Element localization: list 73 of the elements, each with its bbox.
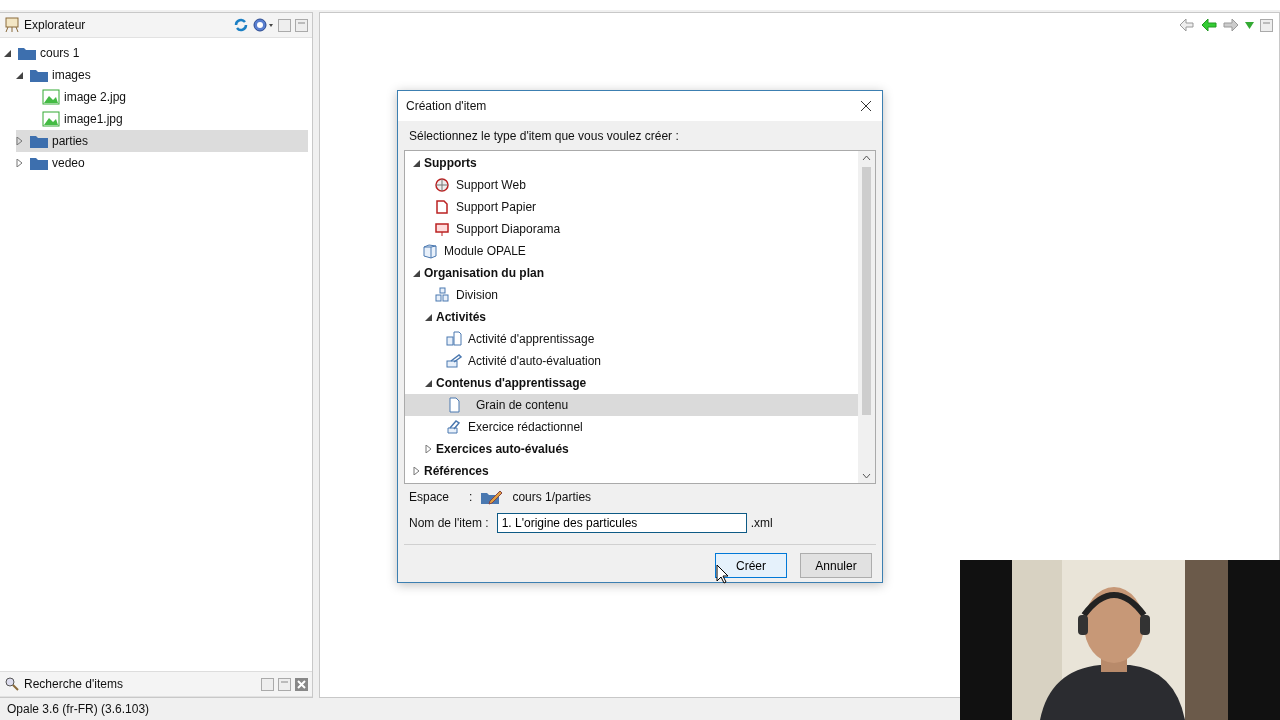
expand-arrow-icon (16, 159, 23, 167)
close-icon[interactable] (295, 677, 308, 691)
prompt-text: Sélectionnez le type d'item que vous voulez créer : (408, 129, 680, 145)
space-path: cours 1/parties (512, 490, 592, 504)
category-label[interactable]: Organisation du plan (424, 266, 544, 280)
dropdown-triangle-icon[interactable] (1245, 21, 1254, 29)
tree-item[interactable]: parties (52, 134, 89, 148)
folder-icon (30, 68, 48, 82)
item-type[interactable]: Activité d'auto-évaluation (468, 354, 602, 368)
blocks-page-icon (446, 331, 464, 347)
field-label: Nom de l'item : (409, 516, 489, 530)
folder-icon (30, 156, 48, 170)
expand-arrow-icon (16, 137, 23, 145)
category-label[interactable]: Supports (424, 156, 477, 170)
image-file-icon (42, 89, 60, 105)
item-type[interactable]: Exercice rédactionnel (468, 420, 583, 434)
folder-pencil-icon (480, 489, 505, 505)
dialog-title: Création d'item (406, 99, 488, 113)
magnifier-icon (4, 676, 20, 692)
refresh-icon[interactable] (234, 18, 248, 32)
collapse-arrow-icon (4, 49, 11, 57)
item-type[interactable]: Division (456, 288, 498, 302)
cube-icon (422, 243, 440, 259)
tree-item[interactable]: images (52, 68, 91, 82)
globe-icon (434, 177, 452, 193)
create-button[interactable]: Créer (715, 553, 787, 578)
tree-item[interactable]: cours 1 (40, 46, 80, 60)
collapse-arrow-icon (16, 71, 23, 79)
item-type[interactable]: Grain de contenu (476, 398, 569, 412)
cancel-button[interactable]: Annuler (800, 553, 872, 578)
item-type[interactable]: Support Web (456, 178, 526, 192)
scrollbar[interactable] (858, 151, 875, 483)
item-type[interactable]: Support Diaporama (456, 222, 561, 236)
field-label: Espace (409, 490, 450, 504)
category-label[interactable]: Exercices auto-évalués (436, 442, 569, 456)
close-button[interactable] (858, 98, 874, 114)
slides-icon (434, 221, 452, 237)
tree-item[interactable]: vedeo (52, 156, 85, 170)
expand-arrow-icon (413, 467, 420, 475)
forward-arrow-icon[interactable] (1223, 18, 1239, 32)
history-back-icon[interactable] (1179, 18, 1195, 32)
status-text: Opale 3.6 (fr-FR) (3.6.103) (7, 702, 150, 716)
restore-icon[interactable] (261, 677, 274, 691)
image-file-icon (42, 111, 60, 127)
category-label[interactable]: Contenus d'apprentissage (436, 376, 587, 390)
restore-icon[interactable] (278, 18, 291, 32)
extension-label: .xml (750, 516, 773, 530)
maximize-icon[interactable] (278, 677, 291, 691)
tree-item[interactable]: image 2.jpg (64, 90, 127, 104)
expand-arrow-icon (425, 445, 432, 453)
panel-title: Recherche d'items (24, 677, 124, 691)
folder-icon (30, 134, 48, 148)
mouse-cursor-icon (716, 564, 730, 584)
item-name-field[interactable]: 1. L'origine des particules (496, 513, 747, 533)
collapse-arrow-icon (425, 379, 432, 387)
maximize-icon[interactable] (295, 18, 308, 32)
blocks-icon (434, 287, 452, 303)
tree-item[interactable]: image1.jpg (64, 112, 123, 126)
filter-dropdown-icon[interactable] (252, 17, 274, 33)
easel-icon (4, 17, 20, 33)
back-arrow-icon[interactable] (1201, 18, 1217, 32)
separator-text: : (469, 490, 473, 504)
item-type[interactable]: Activité d'apprentissage (468, 332, 595, 346)
collapse-arrow-icon (413, 159, 420, 167)
folder-icon (18, 46, 36, 60)
collapse-arrow-icon (425, 313, 432, 321)
category-label[interactable]: Références (424, 464, 489, 478)
panel-title: Explorateur (24, 18, 87, 32)
item-type[interactable]: Module OPALE (444, 244, 526, 258)
category-label[interactable]: Activités (436, 310, 487, 324)
collapse-arrow-icon (413, 269, 420, 277)
item-type[interactable]: Support Papier (456, 200, 537, 214)
maximize-icon[interactable] (1260, 18, 1273, 32)
